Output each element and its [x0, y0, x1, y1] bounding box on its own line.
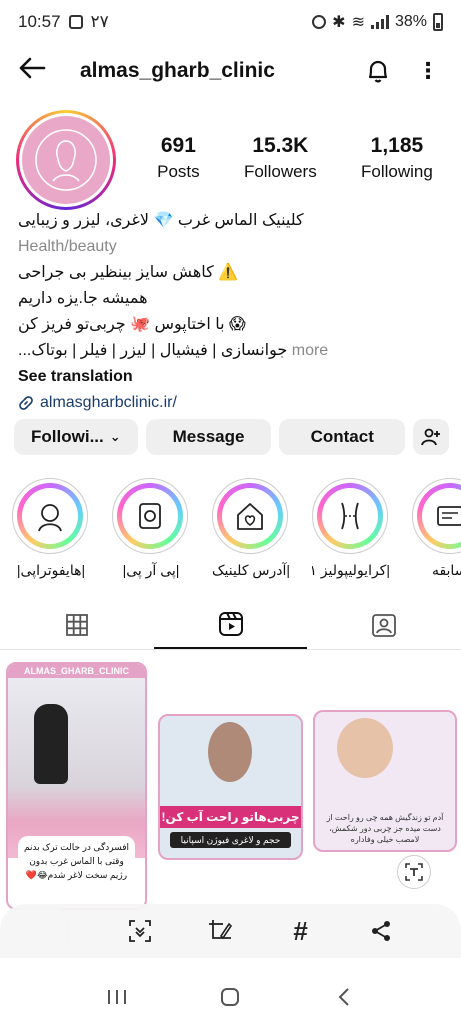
more-options-icon[interactable]: ⋮ — [413, 56, 443, 86]
wifi-icon: ≋ — [351, 14, 365, 31]
highlight-item[interactable]: |سابقه — [412, 478, 461, 579]
bio-name-line: کلینیک الماس غرب 💎 لاغری، لیزر و زیبایی — [18, 212, 304, 229]
tagged-person-icon — [372, 613, 397, 637]
bio-line-2: همیشه جا.یزه داریم — [18, 290, 148, 307]
certificate-icon — [437, 506, 461, 526]
face-icon — [38, 504, 62, 532]
highlight-label: |پی آر پی| — [122, 562, 180, 578]
highlight-label: |سابقه — [431, 562, 461, 578]
following-button-label: Followi... — [31, 427, 104, 446]
battery-text: 38% — [394, 13, 427, 30]
post-image — [337, 718, 393, 778]
reel-thumbnail[interactable]: آدم تو زندگیش همه چی رو راحت از دست میده… — [313, 710, 457, 852]
tab-posts-grid[interactable] — [0, 600, 154, 649]
post-brand-label: ALMAS_GHARB_CLINIC — [8, 664, 145, 678]
contact-button[interactable]: Contact — [279, 419, 406, 455]
following-stat[interactable]: 1,185 Following — [361, 134, 433, 182]
bio-line-4: جوانسازی | فیشیال | لیزر | فیلر | بوتاک.… — [18, 338, 448, 364]
signal-icon — [370, 15, 389, 29]
bio-category: Health/beauty — [18, 238, 117, 255]
highlight-label: |آدرس کلینیک| — [212, 562, 290, 578]
reel-thumbnail[interactable]: ALMAS_GHARB_CLINIC افسردگی در حالت ترک ب… — [6, 662, 147, 910]
reels-grid: ALMAS_GHARB_CLINIC افسردگی در حالت ترک ب… — [0, 652, 461, 920]
highlight-item[interactable]: |کرایولیپولیز ۱| — [312, 478, 390, 579]
followers-count: 15.3K — [252, 134, 309, 157]
profile-header: almas_gharb_clinic ⋮ — [0, 44, 461, 98]
profile-actions: Followi... ⌄ Message Contact — [14, 419, 449, 455]
following-button[interactable]: Followi... ⌄ — [14, 419, 138, 455]
status-bar: 10:57 ۲۷ ✱ ≋ 38% — [0, 0, 461, 44]
clinic-logo-icon — [22, 116, 110, 204]
back-icon[interactable] — [329, 982, 359, 1012]
bio-line-3: 😱 با اختاپوس 🐙 چربی‌تو فریز کن — [18, 316, 246, 333]
grid-icon — [65, 613, 88, 636]
back-arrow-icon[interactable] — [18, 56, 48, 86]
system-navigation-bar — [0, 970, 461, 1024]
post-caption: افسردگی در حالت ترک بدنم وقتی با الماس غ… — [18, 836, 135, 886]
highlight-label: |کرایولیپولیز ۱| — [312, 562, 390, 578]
post-caption: آدم تو زندگیش همه چی رو راحت از دست میده… — [326, 813, 444, 844]
text-recognition-button[interactable] — [397, 855, 431, 889]
status-time: 10:57 — [18, 12, 61, 31]
posts-label: Posts — [157, 162, 200, 181]
following-count: 1,185 — [370, 134, 424, 157]
hashtag-icon[interactable]: # — [283, 913, 319, 949]
home-icon[interactable] — [215, 982, 245, 1012]
tab-reels[interactable] — [153, 600, 308, 649]
post-headline: چربی‌هاتو راحت آب کن! — [160, 806, 301, 828]
followers-stat[interactable]: 15.3K Followers — [244, 134, 317, 182]
see-translation-link[interactable]: See translation — [18, 364, 448, 390]
followers-label: Followers — [243, 162, 317, 181]
screenshot-toolbar: # — [0, 904, 461, 958]
edit-crop-icon[interactable] — [202, 913, 238, 949]
profile-bio: کلینیک الماس غرب 💎 لاغری، لیزر و زیبایی … — [18, 208, 448, 416]
home-heart-icon — [237, 503, 263, 530]
reel-thumbnail[interactable]: چربی‌هاتو راحت آب کن! حجم و لاغری فیوژن … — [158, 714, 303, 860]
highlight-item[interactable]: |پی آر پی| — [112, 478, 190, 579]
story-highlights: |هایفوتراپی| |پی آر پی| |آدرس کلینیک| |ک… — [12, 478, 461, 579]
message-button[interactable]: Message — [145, 419, 272, 455]
website-text: almasgharbclinic.ir/ — [40, 394, 177, 411]
profile-summary: 691 Posts 15.3K Followers 1,185 Followin… — [0, 108, 461, 210]
device-icon — [139, 503, 161, 529]
waist-icon — [341, 502, 359, 530]
status-extra: ۲۷ — [90, 12, 109, 31]
bio-line-4-text: جوانسازی | فیشیال | لیزر | فیلر | بوتاک.… — [18, 342, 288, 359]
bio-line-1: ⚠️ کاهش سایز بینظیر بی جراحی — [18, 264, 239, 281]
bio-more-link[interactable]: more — [292, 342, 328, 359]
text-extract-icon — [405, 863, 423, 881]
highlight-label: |هایفوتراپی| — [16, 562, 86, 578]
tab-tagged[interactable] — [307, 600, 461, 649]
add-user-button[interactable] — [413, 419, 449, 455]
following-label: Following — [361, 162, 433, 181]
post-image — [208, 722, 252, 782]
battery-icon — [433, 13, 443, 31]
posts-count: 691 — [160, 134, 196, 157]
website-link[interactable]: almasgharbclinic.ir/ — [18, 390, 448, 416]
posts-stat[interactable]: 691 Posts — [157, 134, 200, 182]
link-icon — [19, 396, 33, 410]
scroll-capture-icon[interactable] — [122, 913, 158, 949]
recent-apps-icon[interactable] — [102, 982, 132, 1012]
notification-bell-icon[interactable] — [363, 56, 393, 86]
bluetooth-icon: ✱ — [332, 14, 346, 31]
highlight-item[interactable]: |آدرس کلینیک| — [212, 478, 290, 579]
alarm-icon — [312, 15, 327, 29]
share-icon[interactable] — [363, 913, 399, 949]
highlight-item[interactable]: |هایفوتراپی| — [12, 478, 90, 579]
chevron-down-icon: ⌄ — [109, 429, 121, 444]
add-person-icon — [421, 428, 441, 446]
post-subheadline: حجم و لاغری فیوژن اسپانیا — [170, 832, 291, 848]
gallery-icon — [68, 15, 83, 29]
profile-tabs — [0, 600, 461, 650]
reels-icon — [218, 611, 243, 636]
post-image — [8, 678, 145, 858]
person-figure — [34, 704, 68, 784]
avatar[interactable] — [16, 110, 116, 210]
profile-username: almas_gharb_clinic — [80, 59, 275, 82]
